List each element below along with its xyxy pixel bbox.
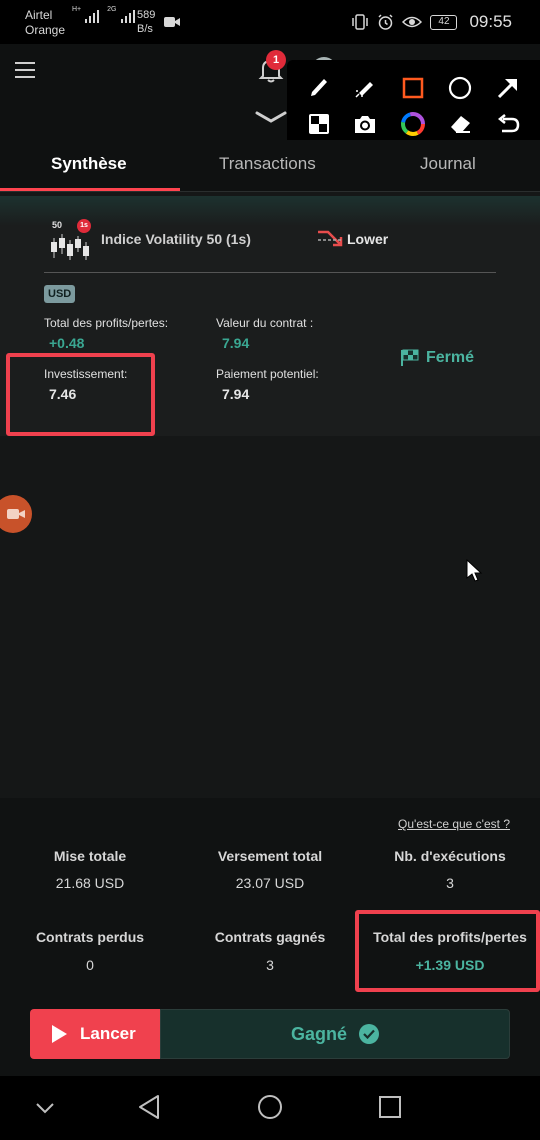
camera-icon[interactable] xyxy=(351,110,379,138)
won-contracts-label: Contrats gagnés xyxy=(214,929,326,945)
tab-journal[interactable]: Journal xyxy=(420,154,476,174)
nav-home-icon[interactable] xyxy=(257,1094,283,1120)
eraser-icon[interactable] xyxy=(446,110,474,138)
video-call-icon xyxy=(164,17,180,27)
trade-type: Lower xyxy=(347,231,389,247)
battery-indicator: 42 xyxy=(430,14,458,30)
arrow-icon[interactable] xyxy=(494,74,522,102)
total-stake-value: 21.68 USD xyxy=(55,875,125,891)
total-stake-label: Mise totale xyxy=(53,848,127,864)
alarm-icon xyxy=(378,13,393,30)
color-wheel-icon[interactable] xyxy=(399,110,427,138)
menu-icon[interactable] xyxy=(15,62,35,83)
total-payout-label: Versement total xyxy=(217,848,323,864)
network-speed-unit: B/s xyxy=(137,23,153,35)
eye-comfort-icon xyxy=(402,16,423,28)
network-type-tag: H+ xyxy=(72,6,82,13)
highlight-box-investment xyxy=(6,353,155,436)
tab-transactions[interactable]: Transactions xyxy=(219,154,316,174)
asset-icon-badge: 1s xyxy=(77,219,91,233)
result-status-panel: Gagné xyxy=(160,1009,510,1059)
clock: 09:55 xyxy=(469,12,512,31)
potential-payout-value: 7.94 xyxy=(222,386,250,402)
card-divider xyxy=(44,272,496,273)
contract-value-label: Valeur du contrat : xyxy=(216,316,314,330)
annotation-toolbar xyxy=(287,60,540,146)
signal-bars-icon xyxy=(85,10,100,23)
total-payout-value: 23.07 USD xyxy=(235,875,305,891)
chevron-down-icon[interactable] xyxy=(255,110,287,124)
check-icon xyxy=(359,1024,379,1044)
runs-count-label: Nb. d'exécutions xyxy=(394,848,506,864)
network-speed: 589 B/s xyxy=(137,8,155,36)
system-nav-bar xyxy=(0,1076,540,1140)
nav-back-icon[interactable] xyxy=(137,1094,161,1120)
mosaic-icon[interactable] xyxy=(305,110,333,138)
screen-recorder-bubble[interactable] xyxy=(0,495,32,533)
play-icon xyxy=(52,1025,67,1043)
currency-badge: USD xyxy=(44,285,76,303)
help-link[interactable]: Qu'est-ce que c'est ? xyxy=(398,817,510,831)
circle-icon[interactable] xyxy=(446,74,474,102)
lost-contracts-label: Contrats perdus xyxy=(35,929,145,945)
checkered-flag-icon xyxy=(401,349,419,366)
result-label: Gagné xyxy=(290,1023,347,1044)
mouse-pointer-icon xyxy=(466,558,483,582)
runs-count-value: 3 xyxy=(446,875,454,891)
candlestick-icon xyxy=(51,234,89,260)
notification-badge: 1 xyxy=(266,50,286,70)
signal-bars-icon-2 xyxy=(120,10,135,23)
contract-status: Fermé xyxy=(400,349,474,367)
undo-icon[interactable] xyxy=(494,110,522,138)
status-bar: Airtel Orange H+ 2G 589 B/s 42 09:55 xyxy=(0,0,540,44)
run-bot-button[interactable]: Lancer xyxy=(30,1009,160,1059)
nav-recents-icon[interactable] xyxy=(378,1095,402,1119)
highlight-box-profit xyxy=(355,910,540,992)
carrier-line-1: Airtel xyxy=(25,8,53,22)
total-profit-loss-label: Total des profits/pertes: xyxy=(44,316,169,330)
pen-icon[interactable] xyxy=(305,74,333,102)
video-camera-icon xyxy=(7,509,25,519)
active-tab-indicator xyxy=(0,188,180,191)
status-icons-right: 42 09:55 xyxy=(351,12,512,32)
highlighter-icon[interactable] xyxy=(351,74,379,102)
contract-value: 7.94 xyxy=(222,335,250,351)
potential-payout-label: Paiement potentiel: xyxy=(216,367,319,381)
asset-icon-label: 50 xyxy=(52,220,63,230)
won-contracts-value: 3 xyxy=(266,957,274,973)
network-type-tag-2: 2G xyxy=(107,6,117,13)
network-speed-value: 589 xyxy=(137,9,156,21)
carrier-line-2: Orange xyxy=(25,23,66,37)
total-profit-loss-value: +0.48 xyxy=(49,335,85,351)
asset-name: Indice Volatility 50 (1s) xyxy=(101,231,251,247)
contract-status-label: Fermé xyxy=(426,349,475,366)
lower-trade-icon xyxy=(318,230,343,247)
network-signal: H+ 2G xyxy=(72,6,135,23)
vibrate-icon xyxy=(352,14,369,30)
tab-summary[interactable]: Synthèse xyxy=(51,154,127,174)
lost-contracts-value: 0 xyxy=(86,957,94,973)
nav-collapse-icon[interactable] xyxy=(34,1097,56,1119)
carrier-name: Airtel Orange xyxy=(25,8,65,38)
tab-bar: Synthèse Transactions Journal xyxy=(0,140,540,192)
asset-icon: 50 1s xyxy=(48,219,92,260)
run-bot-label: Lancer xyxy=(80,1024,136,1043)
rectangle-icon[interactable] xyxy=(399,74,427,102)
